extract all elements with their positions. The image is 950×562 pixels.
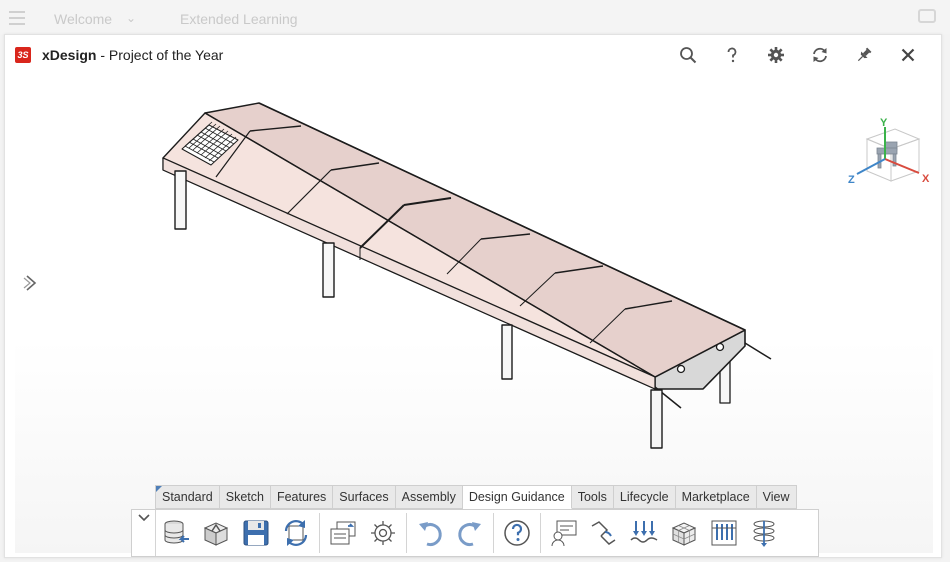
gear-icon[interactable] bbox=[765, 44, 787, 66]
chat-icon[interactable] bbox=[918, 9, 936, 23]
toolbar-separator bbox=[319, 513, 320, 553]
search-icon[interactable] bbox=[677, 44, 699, 66]
tab-design-guidance[interactable]: Design Guidance bbox=[462, 485, 572, 509]
command-toolbar: Standard Sketch Features Surfaces Assemb… bbox=[131, 485, 819, 557]
results-bars-icon[interactable] bbox=[704, 513, 744, 553]
tab-view[interactable]: View bbox=[756, 485, 797, 509]
tab-sketch[interactable]: Sketch bbox=[219, 485, 271, 509]
hamburger-menu-icon[interactable] bbox=[9, 11, 25, 29]
view-triad[interactable]: Y X Z bbox=[847, 115, 937, 201]
save-icon[interactable] bbox=[236, 513, 276, 553]
window-title: xDesign - Project of the Year bbox=[42, 47, 223, 63]
triad-x-label: X bbox=[922, 173, 930, 185]
app-name: xDesign bbox=[42, 47, 97, 63]
toolbar-separator bbox=[540, 513, 541, 553]
background-top-bar: Welcome ⌄ Extended Learning bbox=[0, 0, 950, 34]
database-import-icon[interactable] bbox=[156, 513, 196, 553]
undo-icon[interactable] bbox=[410, 513, 450, 553]
chevron-down-icon[interactable]: ⌄ bbox=[126, 11, 136, 25]
welcome-menu[interactable]: Welcome bbox=[54, 11, 112, 27]
settings-gear-icon[interactable] bbox=[363, 513, 403, 553]
routing-icon[interactable] bbox=[584, 513, 624, 553]
open-part-icon[interactable] bbox=[196, 513, 236, 553]
triad-z-label: Z bbox=[848, 174, 855, 186]
collapse-toolbar-chevron-icon[interactable] bbox=[132, 510, 156, 556]
help-icon[interactable] bbox=[497, 513, 537, 553]
project-name: - Project of the Year bbox=[96, 47, 224, 63]
tab-lifecycle[interactable]: Lifecycle bbox=[613, 485, 676, 509]
app-logo: 3S bbox=[15, 47, 31, 63]
expand-panel-chevron-icon[interactable] bbox=[23, 274, 39, 292]
redo-icon[interactable] bbox=[450, 513, 490, 553]
help-question-icon[interactable] bbox=[721, 44, 743, 66]
toolbar-tabs: Standard Sketch Features Surfaces Assemb… bbox=[155, 485, 797, 509]
table-model[interactable] bbox=[15, 78, 933, 553]
design-review-icon[interactable] bbox=[544, 513, 584, 553]
triad-y-label: Y bbox=[880, 117, 888, 129]
refresh-model-icon[interactable] bbox=[276, 513, 316, 553]
toolbar-separator bbox=[493, 513, 494, 553]
tab-marketplace[interactable]: Marketplace bbox=[675, 485, 757, 509]
extended-learning-link[interactable]: Extended Learning bbox=[180, 11, 298, 27]
project-window: 3S xDesign - Project of the Year Y X Z S… bbox=[4, 34, 942, 558]
pin-icon[interactable] bbox=[853, 44, 875, 66]
feature-manager-icon[interactable] bbox=[323, 513, 363, 553]
stacked-layers-icon[interactable] bbox=[744, 513, 784, 553]
mesh-cube-icon[interactable] bbox=[664, 513, 704, 553]
tab-surfaces[interactable]: Surfaces bbox=[333, 485, 396, 509]
close-icon[interactable] bbox=[897, 44, 919, 66]
refresh-icon[interactable] bbox=[809, 44, 831, 66]
3d-viewport[interactable]: Y X Z bbox=[15, 78, 933, 553]
toolbar-separator bbox=[406, 513, 407, 553]
tab-tools[interactable]: Tools bbox=[571, 485, 614, 509]
tab-assembly[interactable]: Assembly bbox=[395, 485, 463, 509]
loads-icon[interactable] bbox=[624, 513, 664, 553]
window-titlebar: 3S xDesign - Project of the Year bbox=[5, 35, 941, 75]
tab-standard[interactable]: Standard bbox=[155, 485, 220, 509]
tab-features[interactable]: Features bbox=[270, 485, 334, 509]
toolbar-tools bbox=[131, 509, 819, 557]
